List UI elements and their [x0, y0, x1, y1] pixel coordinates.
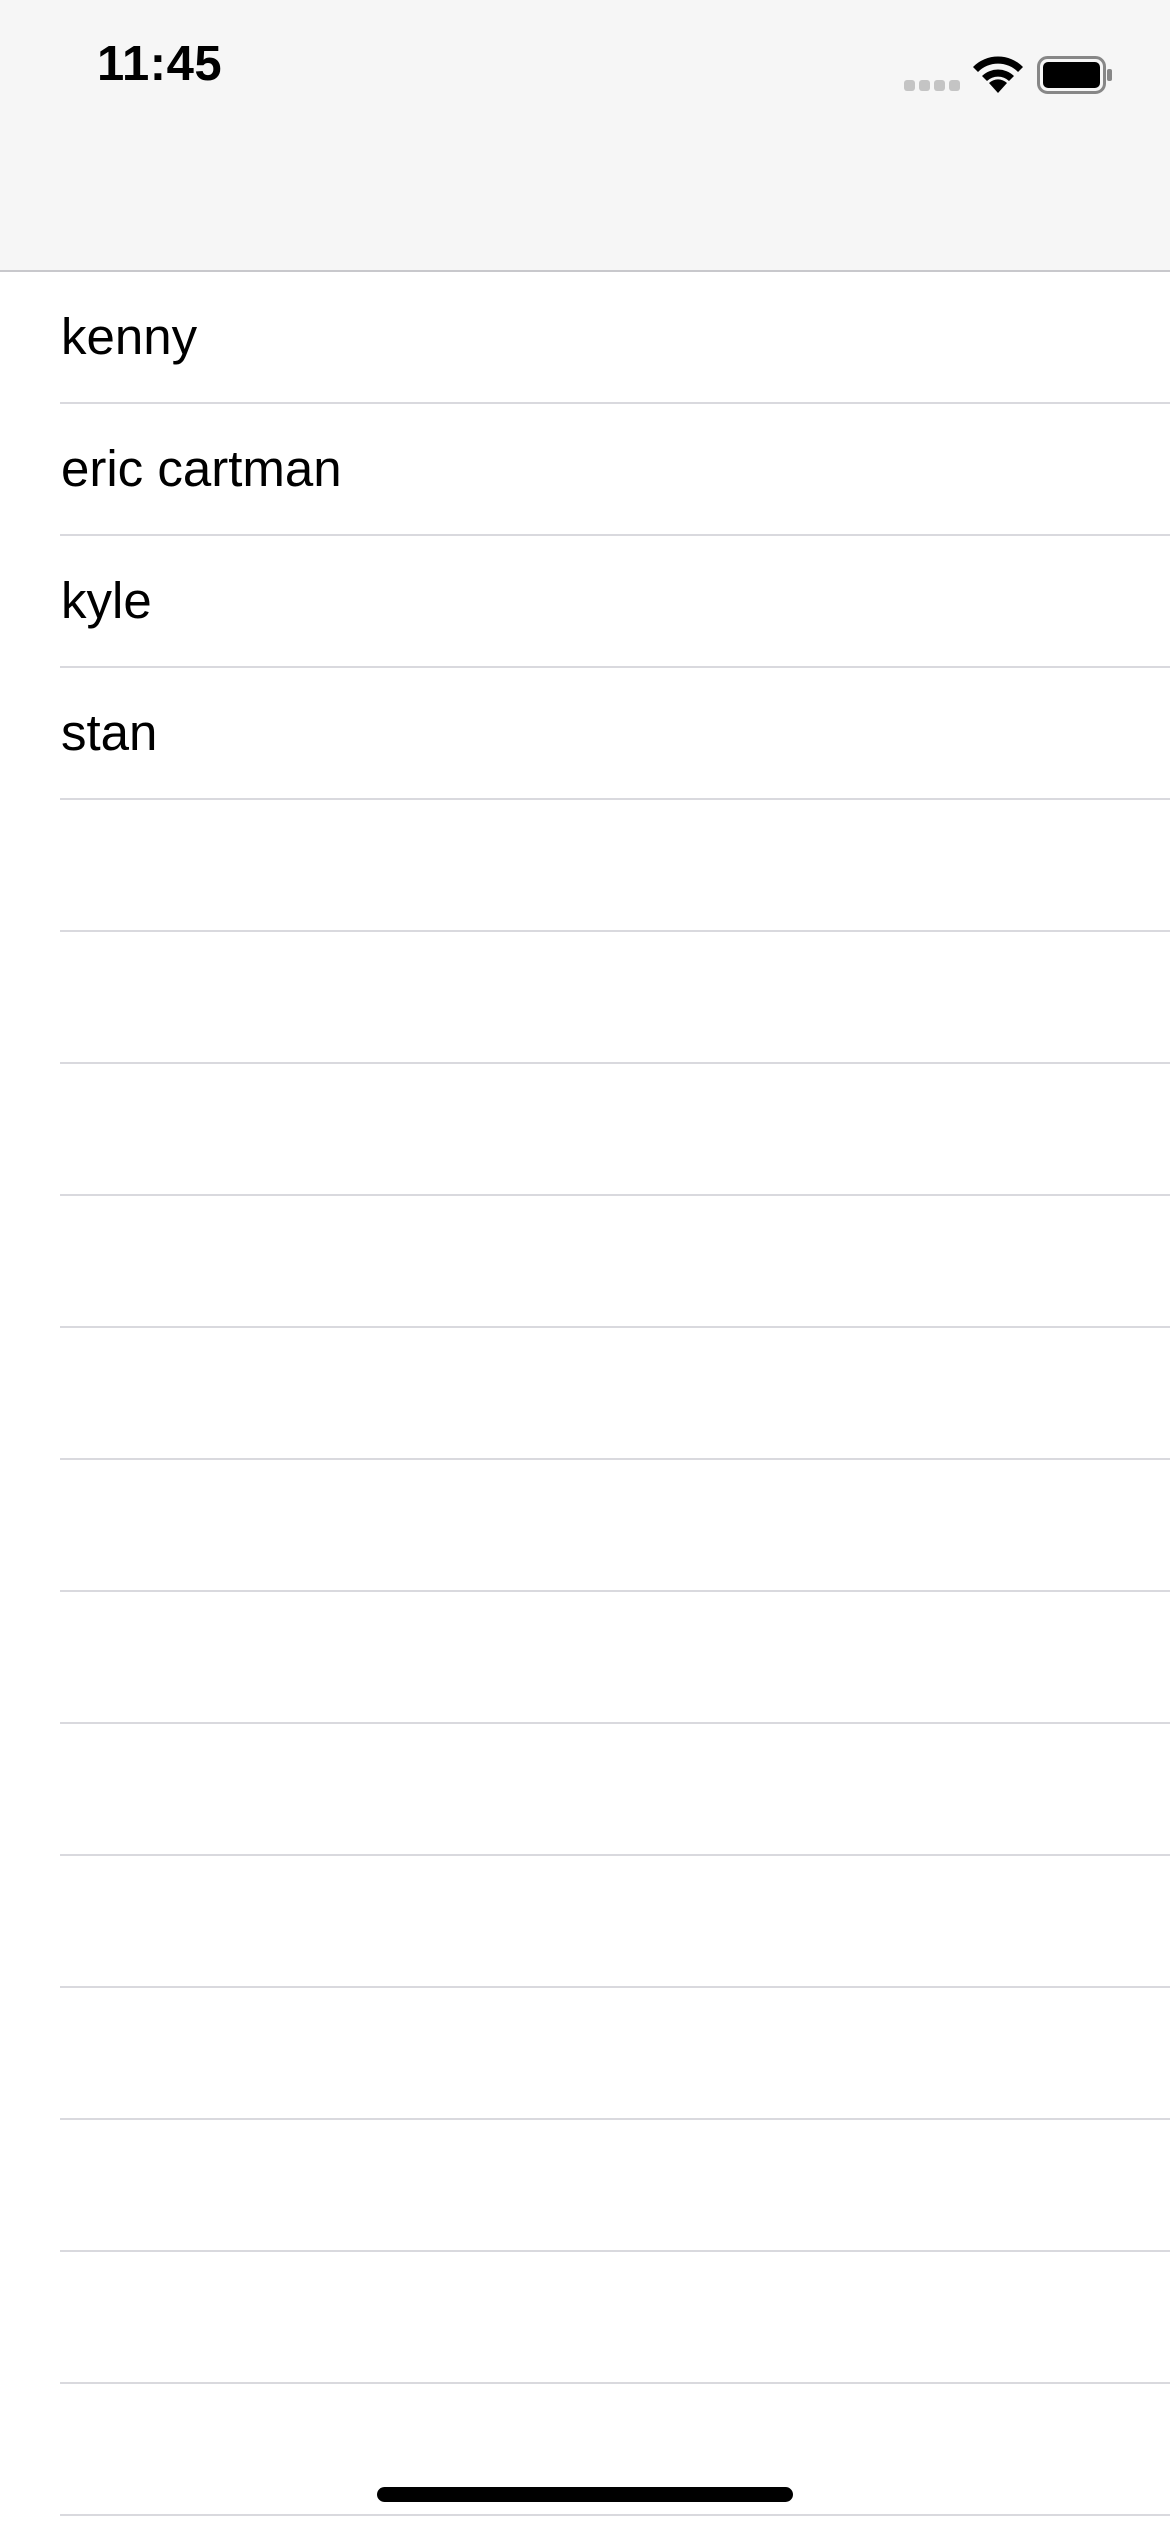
- table-row[interactable]: [0, 1724, 1170, 1856]
- battery-icon: [1037, 56, 1112, 94]
- table-row[interactable]: kenny: [0, 272, 1170, 404]
- table-row[interactable]: [0, 2120, 1170, 2252]
- table-row[interactable]: [0, 1196, 1170, 1328]
- row-label: stan: [61, 704, 158, 761]
- table-row[interactable]: [0, 1592, 1170, 1724]
- row-label: kyle: [61, 572, 152, 629]
- cellular-signal-icon: [904, 80, 960, 92]
- table-row[interactable]: kyle: [0, 536, 1170, 668]
- row-separator: [60, 2514, 1170, 2516]
- table-row[interactable]: [0, 800, 1170, 932]
- table-row[interactable]: stan: [0, 668, 1170, 800]
- table-view[interactable]: kenny eric cartman kyle stan: [0, 272, 1170, 2516]
- wifi-icon: [973, 56, 1023, 93]
- status-bar: 11:45: [0, 0, 1170, 140]
- table-row[interactable]: [0, 2252, 1170, 2384]
- row-label: kenny: [61, 308, 198, 365]
- table-row[interactable]: [0, 1328, 1170, 1460]
- table-row[interactable]: [0, 1988, 1170, 2120]
- status-time: 11:45: [97, 37, 223, 91]
- table-row[interactable]: [0, 1856, 1170, 1988]
- table-row[interactable]: [0, 1460, 1170, 1592]
- home-indicator[interactable]: [377, 2487, 793, 2502]
- table-row[interactable]: [0, 932, 1170, 1064]
- app-screen: 11:45 kenny eric cartman kyle stan: [0, 0, 1170, 2532]
- navigation-bar: [0, 140, 1170, 272]
- table-row[interactable]: [0, 1064, 1170, 1196]
- row-label: eric cartman: [61, 440, 342, 497]
- table-row[interactable]: eric cartman: [0, 404, 1170, 536]
